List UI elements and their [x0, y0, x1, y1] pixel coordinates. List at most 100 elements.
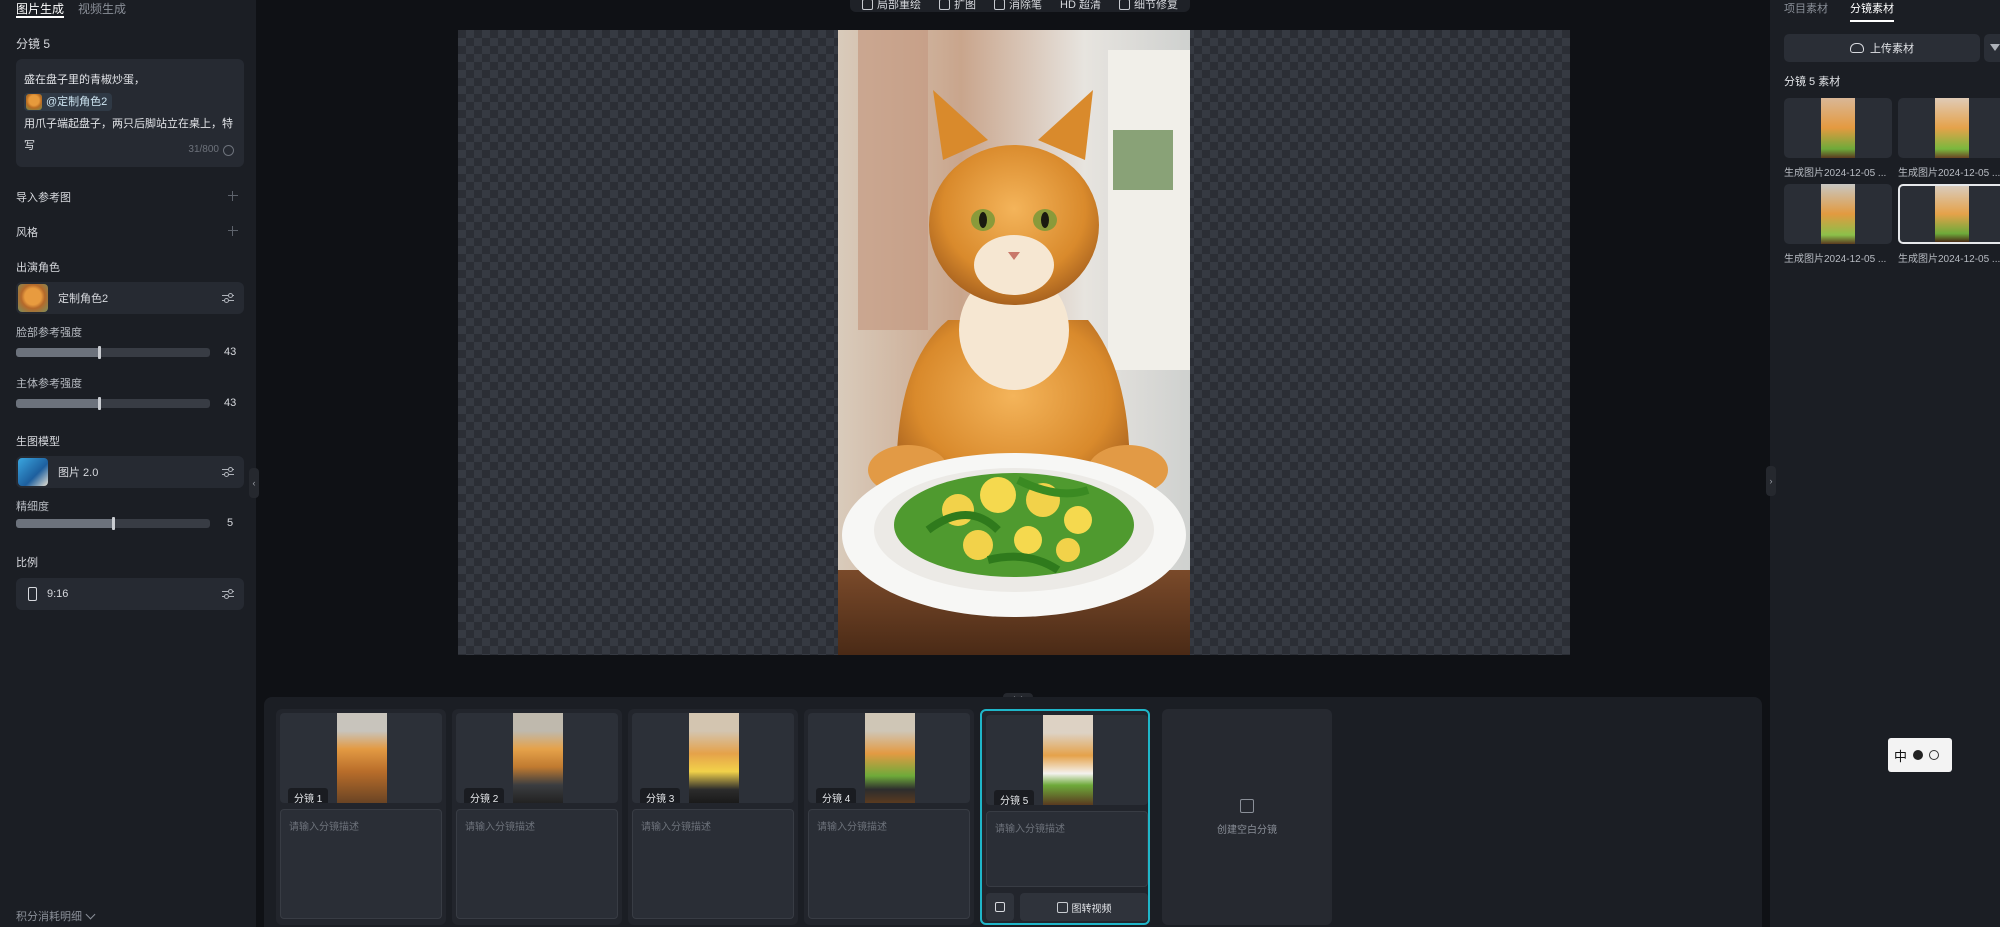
shot-image[interactable]: 分镜 3: [632, 713, 794, 803]
face-strength-slider[interactable]: [16, 346, 210, 359]
prompt-input[interactable]: 盛在盘子里的青椒炒蛋， @定制角色2 用爪子端起盘子，两只后脚站立在桌上，特写 …: [16, 59, 244, 167]
shot-label: 分镜 4: [816, 788, 857, 803]
tab-video-generation[interactable]: 视频生成: [78, 0, 126, 18]
asset-thumbnail-selected[interactable]: [1898, 184, 2000, 244]
character-settings-icon[interactable]: [222, 293, 234, 303]
cast-label: 出演角色: [16, 262, 60, 274]
shot-image[interactable]: 分镜 4: [808, 713, 970, 803]
storyboard-shot-2[interactable]: 分镜 2 请输入分镜描述: [452, 709, 622, 925]
shot-description-input[interactable]: 请输入分镜描述: [632, 809, 794, 919]
storyboard-shot-4[interactable]: 分镜 4 请输入分镜描述: [804, 709, 974, 925]
slider-handle[interactable]: [98, 346, 102, 359]
subject-strength-slider[interactable]: [16, 397, 210, 410]
asset-thumbnail[interactable]: [1784, 98, 1892, 158]
create-blank-shot-button[interactable]: 创建空白分镜: [1162, 709, 1332, 925]
slider-handle[interactable]: [98, 397, 102, 410]
model-card[interactable]: 图片 2.0: [16, 456, 244, 488]
tab-image-generation[interactable]: 图片生成: [16, 0, 65, 18]
shot-image[interactable]: 分镜 1: [280, 713, 442, 803]
left-panel-collapse-handle[interactable]: ‹: [249, 468, 259, 498]
asset-thumbnail[interactable]: [1784, 184, 1892, 244]
mention-label: @定制角色2: [46, 96, 108, 109]
shot-actions: 图转视频: [986, 893, 1148, 921]
import-reference-label: 导入参考图: [16, 192, 71, 204]
image-canvas[interactable]: [458, 30, 1570, 655]
shot-label: 分镜 3: [640, 788, 681, 803]
storyboard-panel: 分镜 1 请输入分镜描述 分镜 2 请输入分镜描述 分镜 3 请输入分镜描述 分…: [264, 697, 1762, 927]
subject-strength-value: 43: [224, 397, 237, 409]
ratio-settings-icon[interactable]: [222, 589, 234, 599]
image-to-video-button[interactable]: 图转视频: [1020, 893, 1148, 921]
filter-button[interactable]: [1984, 34, 2000, 62]
info-icon[interactable]: [223, 144, 234, 156]
ratio-value: 9:16: [47, 588, 69, 600]
character-mention[interactable]: @定制角色2: [24, 93, 113, 112]
left-tabs: 图片生成 视频生成: [16, 0, 126, 18]
add-reference-plus-icon[interactable]: [228, 191, 238, 201]
storyboard-shot-5[interactable]: 分镜 5 请输入分镜描述 图转视频: [980, 709, 1150, 925]
image-edit-icon[interactable]: [986, 893, 1014, 921]
storyboard-shot-1[interactable]: 分镜 1 请输入分镜描述: [276, 709, 446, 925]
outpaint-tool-button[interactable]: 扩图: [939, 0, 976, 12]
character-card[interactable]: 定制角色2: [16, 282, 244, 314]
shot-title: 分镜 5: [16, 37, 51, 51]
ime-settings-icon: [1929, 750, 1940, 760]
create-blank-shot-label: 创建空白分镜: [1217, 824, 1277, 836]
face-strength-label: 脸部参考强度: [16, 327, 82, 339]
shot-assets-title: 分镜 5 素材: [1784, 76, 1841, 88]
character-thumbnail: [18, 284, 48, 312]
left-panel: 图片生成 视频生成 分镜 5 盛在盘子里的青椒炒蛋， @定制角色2 用爪子端起盘…: [0, 0, 256, 927]
shot-image[interactable]: 分镜 2: [456, 713, 618, 803]
shot-label: 分镜 5: [994, 790, 1035, 805]
chevron-left-icon: ‹: [252, 478, 256, 488]
tab-project-assets[interactable]: 项目素材: [1784, 0, 1828, 22]
shot-label: 分镜 1: [288, 788, 329, 803]
shot-description-input[interactable]: 请输入分镜描述: [986, 811, 1148, 887]
fineness-label: 精细度: [16, 501, 49, 513]
video-icon: [1056, 901, 1068, 913]
cat-with-plate-illustration: [838, 30, 1190, 655]
ime-language-widget[interactable]: 中: [1888, 738, 1952, 772]
eraser-tool-button[interactable]: 消除笔: [994, 0, 1042, 12]
model-thumbnail: [18, 458, 48, 486]
detail-repair-tool-button[interactable]: 细节修复: [1118, 0, 1178, 12]
credit-details-label: 积分消耗明细: [16, 911, 82, 923]
inpaint-tool-button[interactable]: 局部重绘: [862, 0, 921, 12]
tab-shot-assets[interactable]: 分镜素材: [1850, 0, 1894, 22]
asset-label: 生成图片2024-12-05 ...: [1898, 168, 2000, 179]
model-label: 生图模型: [16, 436, 60, 448]
slider-handle[interactable]: [112, 517, 115, 530]
asset-label: 生成图片2024-12-05 ...: [1898, 254, 2000, 265]
portrait-icon: [28, 587, 37, 601]
right-panel-collapse-handle[interactable]: ›: [1766, 466, 1776, 496]
add-shot-icon: [1240, 798, 1254, 813]
upload-assets-button[interactable]: 上传素材: [1784, 34, 1980, 62]
asset-label: 生成图片2024-12-05 ...: [1784, 254, 1887, 265]
fineness-slider[interactable]: [16, 517, 210, 530]
shot-description-input[interactable]: 请输入分镜描述: [456, 809, 618, 919]
image-edit-toolbar: 局部重绘 扩图 消除笔 HD 超清 细节修复: [850, 0, 1190, 12]
add-style-plus-icon[interactable]: [228, 226, 238, 236]
shot-description-input[interactable]: 请输入分镜描述: [280, 809, 442, 919]
expand-icon: [939, 0, 950, 10]
subject-strength-label: 主体参考强度: [16, 378, 82, 390]
credit-details-link[interactable]: 积分消耗明细: [16, 908, 96, 924]
wand-icon: [1118, 0, 1130, 10]
ratio-card[interactable]: 9:16: [16, 578, 244, 610]
shot-image[interactable]: 分镜 5: [986, 715, 1148, 805]
model-settings-icon[interactable]: [222, 467, 234, 477]
fineness-value: 5: [227, 517, 234, 529]
shot-description-input[interactable]: 请输入分镜描述: [808, 809, 970, 919]
storyboard-shot-3[interactable]: 分镜 3 请输入分镜描述: [628, 709, 798, 925]
ime-language-label: 中: [1894, 748, 1908, 764]
cloud-upload-icon: [1850, 43, 1864, 53]
asset-thumbnail[interactable]: [1898, 98, 2000, 158]
character-avatar-icon: [26, 94, 42, 111]
image-to-video-label: 图转视频: [1071, 903, 1112, 915]
right-tabs: 项目素材 分镜素材: [1784, 0, 1894, 22]
brush-icon: [862, 0, 873, 10]
style-label: 风格: [16, 227, 38, 239]
asset-label: 生成图片2024-12-05 ...: [1784, 168, 1887, 179]
eraser-icon: [994, 0, 1005, 10]
hd-tool-button[interactable]: HD 超清: [1060, 0, 1101, 12]
